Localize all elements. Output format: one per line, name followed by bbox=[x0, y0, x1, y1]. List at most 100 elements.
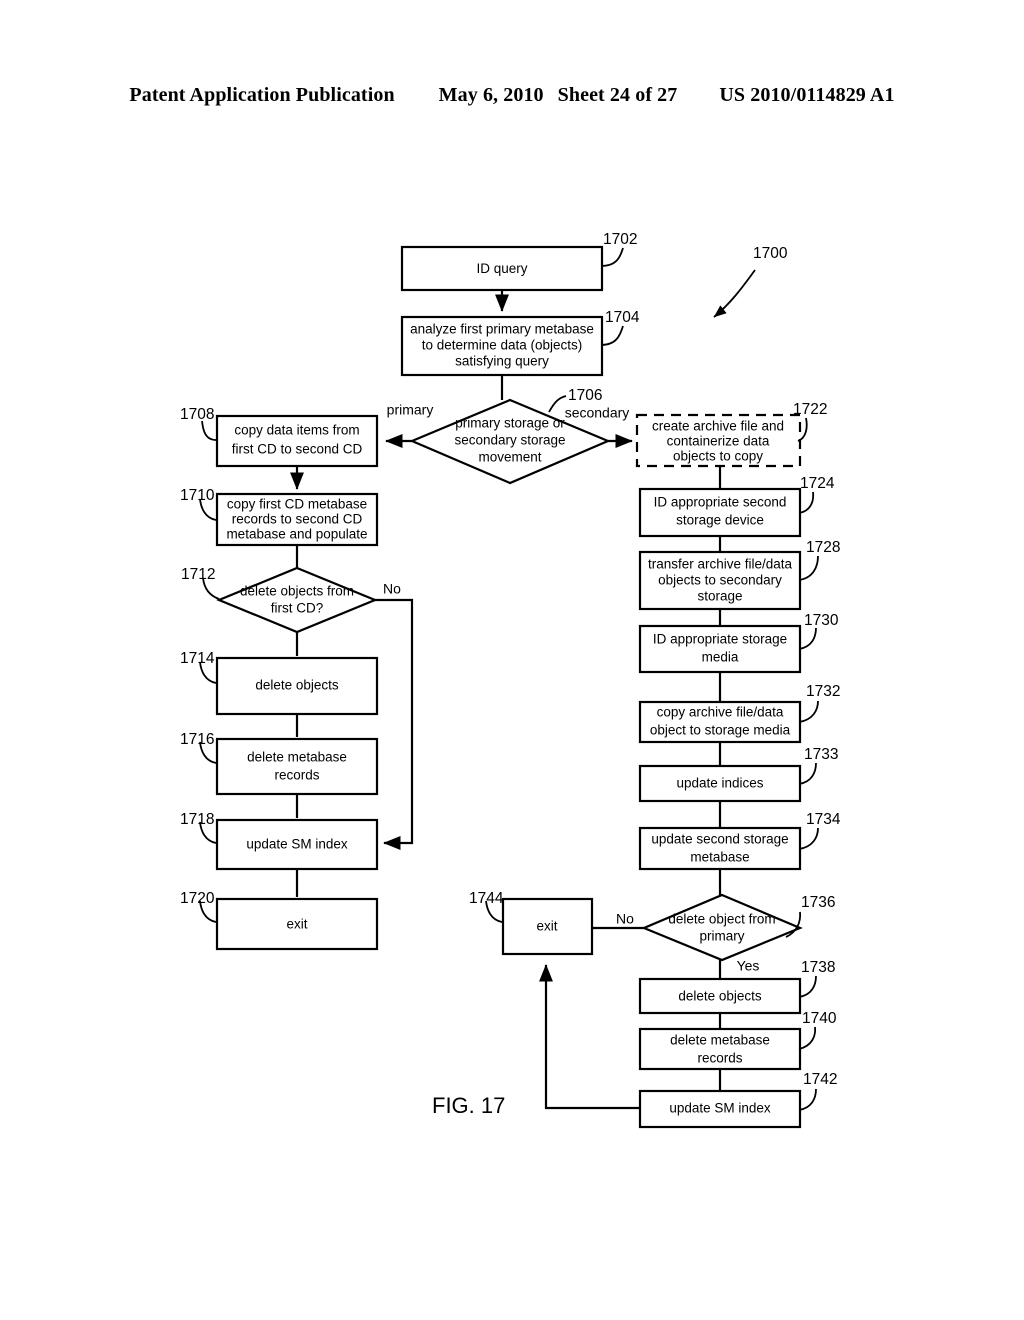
ref-1720-label: 1720 bbox=[180, 890, 215, 907]
ref-1732-label: 1732 bbox=[806, 683, 840, 700]
ref-1702: 1702 bbox=[600, 231, 637, 267]
ref-1734: 1734 bbox=[798, 811, 841, 850]
ref-1738: 1738 bbox=[798, 959, 835, 998]
node-1728-line3: storage bbox=[697, 589, 742, 604]
node-1724-line2: storage device bbox=[676, 513, 764, 528]
ref-1740: 1740 bbox=[798, 1010, 837, 1050]
ref-1736-label: 1736 bbox=[801, 894, 835, 911]
node-1736-line2: primary bbox=[699, 929, 744, 944]
ref-1714: 1714 bbox=[180, 650, 217, 684]
node-1702-label: ID query bbox=[476, 261, 527, 276]
node-1708: copy data items from first CD to second … bbox=[215, 414, 379, 468]
ref-1706-label: 1706 bbox=[568, 387, 602, 404]
flowchart-figure: ID query 1702 1700 analyze first primary… bbox=[0, 0, 1024, 1320]
ref-1742-label: 1742 bbox=[803, 1071, 837, 1088]
node-1742-label: update SM index bbox=[669, 1101, 771, 1116]
node-1706-line3: movement bbox=[478, 450, 541, 465]
ref-1718: 1718 bbox=[180, 811, 217, 844]
node-1740-line2: records bbox=[697, 1051, 742, 1066]
node-1733-label: update indices bbox=[676, 776, 763, 791]
node-1730-line1: ID appropriate storage bbox=[653, 632, 787, 647]
node-1716-line2: records bbox=[274, 768, 319, 783]
node-1728-line2: objects to secondary bbox=[658, 573, 782, 588]
figure-caption: FIG. 17 bbox=[432, 1093, 505, 1118]
node-1716: delete metabase records bbox=[215, 737, 379, 796]
ref-1733: 1733 bbox=[798, 746, 838, 785]
node-1730-line2: media bbox=[702, 650, 739, 665]
ref-1710-label: 1710 bbox=[180, 487, 215, 504]
ref-1714-label: 1714 bbox=[180, 650, 215, 667]
node-1712-line2: first CD? bbox=[271, 601, 324, 616]
node-1706-line2: secondary storage bbox=[454, 433, 565, 448]
node-1740-line1: delete metabase bbox=[670, 1033, 770, 1048]
node-1714-label: delete objects bbox=[255, 678, 339, 693]
node-1732: copy archive file/data object to storage… bbox=[638, 700, 802, 744]
node-1742: update SM index bbox=[638, 1089, 802, 1129]
node-1718: update SM index bbox=[215, 818, 379, 871]
edge-label-no-1736: No bbox=[616, 911, 634, 927]
edge-label-yes-1736: Yes bbox=[737, 958, 760, 974]
ref-1700-label: 1700 bbox=[753, 245, 788, 262]
node-1708-line1: copy data items from bbox=[234, 423, 359, 438]
node-1736: delete object from primary bbox=[641, 893, 803, 962]
ref-1722-label: 1722 bbox=[793, 401, 827, 418]
node-1724-line1: ID appropriate second bbox=[654, 495, 787, 510]
ref-1708: 1708 bbox=[180, 406, 217, 441]
node-1708-line2: first CD to second CD bbox=[232, 442, 363, 457]
ref-1724: 1724 bbox=[798, 475, 835, 514]
ref-1734-label: 1734 bbox=[806, 811, 841, 828]
ref-1744-label: 1744 bbox=[469, 890, 504, 907]
node-1732-line2: object to storage media bbox=[650, 723, 791, 738]
ref-1733-label: 1733 bbox=[804, 746, 838, 763]
edge-label-secondary: secondary bbox=[565, 405, 630, 421]
edge-label-no-1712: No bbox=[383, 581, 401, 597]
ref-1730: 1730 bbox=[798, 612, 839, 650]
ref-1700: 1700 bbox=[713, 245, 788, 318]
ref-1738-label: 1738 bbox=[801, 959, 835, 976]
node-1718-label: update SM index bbox=[246, 837, 348, 852]
node-1704-line2: to determine data (objects) bbox=[422, 338, 583, 353]
node-1734-line1: update second storage bbox=[651, 832, 788, 847]
ref-1702-label: 1702 bbox=[603, 231, 637, 248]
node-1704-line3: satisfying query bbox=[455, 354, 549, 369]
node-1728: transfer archive file/data objects to se… bbox=[638, 550, 802, 611]
ref-1724-label: 1724 bbox=[800, 475, 835, 492]
ref-1710: 1710 bbox=[180, 487, 217, 521]
node-1728-line1: transfer archive file/data bbox=[648, 557, 793, 572]
ref-1716-label: 1716 bbox=[180, 731, 214, 748]
ref-1718-label: 1718 bbox=[180, 811, 214, 828]
edge-label-primary: primary bbox=[387, 402, 434, 418]
node-1714: delete objects bbox=[215, 656, 379, 716]
node-1704: analyze first primary metabase to determ… bbox=[400, 315, 604, 377]
ref-1720: 1720 bbox=[180, 890, 217, 923]
ref-1704-label: 1704 bbox=[605, 309, 640, 326]
node-1722-line3: objects to copy bbox=[673, 449, 763, 464]
node-1733: update indices bbox=[638, 764, 802, 803]
ref-1730-label: 1730 bbox=[804, 612, 839, 629]
ref-1744: 1744 bbox=[469, 890, 504, 923]
ref-1742: 1742 bbox=[798, 1071, 837, 1111]
node-1740: delete metabase records bbox=[638, 1027, 802, 1071]
ref-1708-label: 1708 bbox=[180, 406, 214, 423]
patent-figure-page: Patent Application Publication May 6, 20… bbox=[0, 0, 1024, 1320]
node-1720: exit bbox=[215, 897, 379, 951]
node-1704-line1: analyze first primary metabase bbox=[410, 322, 594, 337]
node-1702: ID query bbox=[400, 245, 604, 292]
node-1730: ID appropriate storage media bbox=[638, 624, 802, 674]
node-1724: ID appropriate second storage device bbox=[638, 487, 802, 538]
ref-1728: 1728 bbox=[798, 539, 840, 581]
node-1722-line1: create archive file and bbox=[652, 419, 784, 434]
node-1722-line2: containerize data bbox=[667, 434, 770, 449]
node-1744-label: exit bbox=[536, 919, 557, 934]
node-1734-line2: metabase bbox=[690, 850, 749, 865]
node-1706-line1: primary storage or bbox=[455, 416, 565, 431]
ref-1732: 1732 bbox=[798, 683, 840, 723]
node-1738-label: delete objects bbox=[678, 989, 762, 1004]
node-1744: exit bbox=[501, 897, 594, 956]
ref-1704: 1704 bbox=[600, 309, 640, 346]
node-1738: delete objects bbox=[638, 977, 802, 1015]
node-1710-line1: copy first CD metabase bbox=[227, 497, 367, 512]
node-1720-label: exit bbox=[286, 917, 307, 932]
node-1736-line1: delete object from bbox=[668, 912, 775, 927]
ref-1712-label: 1712 bbox=[181, 566, 215, 583]
